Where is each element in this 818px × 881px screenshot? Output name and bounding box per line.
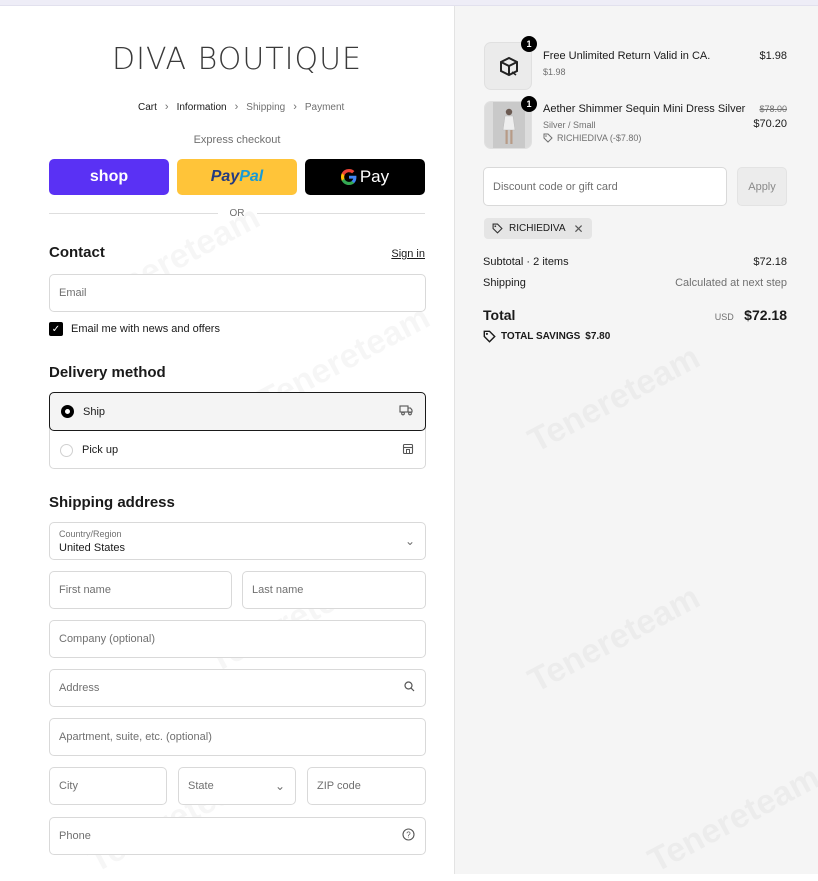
apartment-placeholder: Apartment, suite, etc. (optional): [59, 731, 212, 743]
pickup-label: Pick up: [82, 444, 119, 456]
subtotal-value: $72.18: [753, 256, 787, 268]
express-checkout-title: Express checkout: [193, 134, 281, 146]
newsletter-label: Email me with news and offers: [71, 323, 220, 335]
country-select[interactable]: Country/Region United States ⌄: [49, 522, 426, 560]
newsletter-option[interactable]: ✓ Email me with news and offers: [49, 322, 220, 336]
item-price: $70.20: [753, 118, 787, 130]
or-divider: OR: [49, 208, 425, 219]
quantity-badge: 1: [521, 36, 537, 52]
item-subtitle: $1.98: [543, 67, 566, 77]
breadcrumb-shipping: Shipping: [246, 101, 286, 113]
shipping-label: Shipping: [483, 277, 526, 289]
state-select[interactable]: State ⌄: [178, 767, 296, 805]
item-discount: RICHIEDIVA (-$7.80): [543, 133, 641, 143]
google-pay-label: Pay: [359, 167, 390, 186]
currency-code: USD: [714, 312, 734, 322]
zip-placeholder: ZIP code: [317, 780, 361, 792]
subtotal-row: Subtotal · 2 items $72.18: [483, 256, 787, 268]
item-price: $1.98: [759, 50, 787, 62]
quantity-badge: 1: [521, 96, 537, 112]
delivery-method-title: Delivery method: [49, 364, 166, 381]
search-icon: [404, 681, 415, 695]
apply-discount-button[interactable]: Apply: [737, 167, 787, 206]
tag-icon: [543, 133, 553, 143]
state-placeholder: State: [188, 780, 214, 792]
chevron-right-icon: ›: [164, 101, 169, 113]
total-savings: TOTAL SAVINGS $7.80: [483, 330, 610, 343]
city-placeholder: City: [59, 780, 78, 792]
email-placeholder: Email: [59, 287, 87, 299]
discount-code-input[interactable]: Discount code or gift card: [483, 167, 727, 206]
email-field[interactable]: Email: [49, 274, 426, 312]
ship-radio[interactable]: [61, 405, 74, 418]
google-pay-button[interactable]: Pay: [305, 159, 425, 195]
discount-placeholder: Discount code or gift card: [493, 180, 618, 193]
item-title: Free Unlimited Return Valid in CA.: [543, 50, 711, 62]
chevron-right-icon: ›: [293, 101, 297, 113]
applied-discount-chip: RICHIEDIVA ✕: [484, 218, 592, 239]
zip-field[interactable]: ZIP code: [307, 767, 426, 805]
google-g-icon: [340, 169, 357, 185]
phone-field[interactable]: Phone ?: [49, 817, 426, 855]
delivery-option-ship[interactable]: Ship: [49, 392, 426, 431]
breadcrumb-payment: Payment: [304, 101, 345, 113]
shop-pay-button[interactable]: shop: [49, 159, 169, 195]
address-field[interactable]: Address: [49, 669, 426, 707]
or-label: OR: [229, 208, 245, 219]
chevron-down-icon: ⌄: [404, 534, 415, 548]
ship-label: Ship: [83, 405, 106, 418]
chevron-right-icon: ›: [234, 101, 239, 113]
savings-value: $7.80: [585, 331, 611, 342]
chevron-down-icon: ⌄: [274, 779, 285, 793]
sign-in-link[interactable]: Sign in: [391, 248, 425, 260]
shipping-row: Shipping Calculated at next step: [483, 277, 787, 289]
city-field[interactable]: City: [49, 767, 167, 805]
paypal-button[interactable]: PayPal: [177, 159, 297, 195]
address-placeholder: Address: [59, 682, 100, 694]
subtotal-label: Subtotal · 2 items: [483, 256, 569, 268]
truck-icon: [399, 404, 413, 419]
country-value: United States: [59, 542, 126, 554]
company-placeholder: Company (optional): [59, 633, 155, 645]
phone-placeholder: Phone: [59, 830, 91, 842]
remove-discount-icon[interactable]: ✕: [574, 222, 584, 236]
tag-icon: [483, 330, 496, 343]
total-row: Total USD $72.18: [483, 307, 787, 325]
item-variant: Silver / Small: [543, 120, 596, 130]
last-name-field[interactable]: Last name: [242, 571, 426, 609]
tag-icon: [492, 223, 503, 234]
help-icon[interactable]: ?: [402, 828, 415, 844]
brand-logo[interactable]: DIVA BOUTIQUE: [0, 42, 474, 77]
svg-text:?: ?: [406, 830, 411, 839]
shipping-address-title: Shipping address: [49, 494, 175, 511]
country-label: Country/Region: [59, 529, 122, 539]
newsletter-checkbox[interactable]: ✓: [49, 322, 63, 336]
breadcrumb-information: Information: [176, 101, 227, 113]
contact-title: Contact: [49, 244, 105, 261]
company-field[interactable]: Company (optional): [49, 620, 426, 658]
savings-label: TOTAL SAVINGS: [501, 331, 581, 342]
shop-pay-label: shop: [89, 168, 129, 185]
paypal-logo: PayPal: [210, 168, 264, 185]
last-name-placeholder: Last name: [252, 584, 304, 596]
breadcrumb: Cart › Information › Shipping › Payment: [138, 101, 344, 113]
item-title: Aether Shimmer Sequin Mini Dress Silver: [543, 103, 746, 115]
delivery-option-pickup[interactable]: Pick up: [49, 431, 426, 469]
pickup-radio[interactable]: [60, 443, 73, 457]
shipping-value: Calculated at next step: [675, 277, 787, 289]
item-original-price: $78.00: [759, 104, 787, 114]
total-label: Total: [483, 307, 516, 323]
total-value: $72.18: [744, 307, 787, 323]
first-name-placeholder: First name: [59, 584, 111, 596]
apartment-field[interactable]: Apartment, suite, etc. (optional): [49, 718, 426, 756]
first-name-field[interactable]: First name: [49, 571, 232, 609]
store-icon: [402, 443, 414, 458]
apply-label: Apply: [748, 180, 776, 193]
breadcrumb-cart[interactable]: Cart: [138, 102, 157, 113]
applied-code-label: RICHIEDIVA: [509, 223, 566, 234]
